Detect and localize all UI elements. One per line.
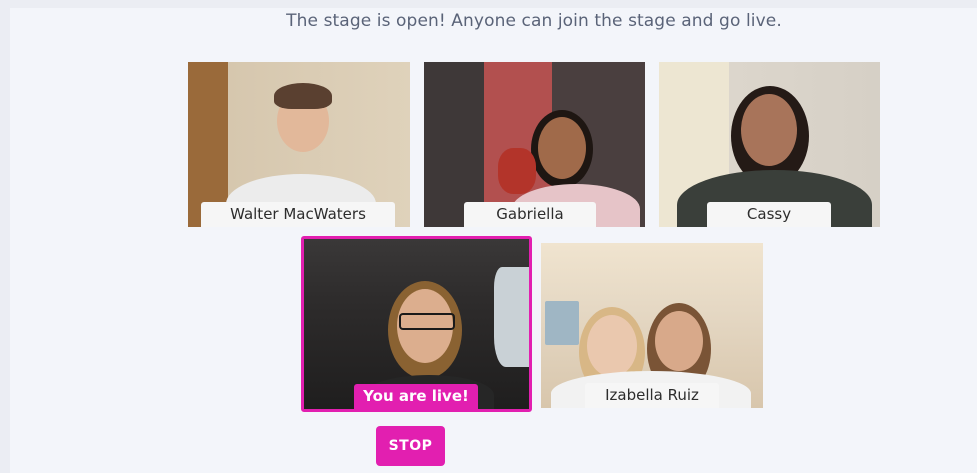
car-window <box>494 267 529 367</box>
flowers-decor <box>498 148 536 194</box>
video-tile-cassy[interactable]: Cassy <box>659 62 880 227</box>
glasses-icon <box>399 313 455 330</box>
participant-name-label: Cassy <box>707 202 831 227</box>
participant-face <box>587 315 637 377</box>
video-tile-walter[interactable]: Walter MacWaters <box>188 62 410 227</box>
stage-open-banner: The stage is open! Anyone can join the s… <box>286 11 782 31</box>
participant-hair <box>274 83 332 109</box>
participant-face <box>741 94 797 166</box>
participant-face <box>538 117 586 179</box>
video-tile-self[interactable]: You are live! <box>304 239 529 409</box>
live-status-label: You are live! <box>354 384 478 409</box>
participant-face <box>655 311 703 371</box>
wall-poster <box>545 301 579 345</box>
stop-live-button[interactable]: STOP <box>376 426 445 466</box>
participant-name-label: Izabella Ruiz <box>585 383 719 408</box>
video-tile-izabella[interactable]: Izabella Ruiz <box>541 243 763 408</box>
participant-name-label: Gabriella <box>464 202 596 227</box>
video-tile-gabriella[interactable]: Gabriella <box>424 62 645 227</box>
participant-name-label: Walter MacWaters <box>201 202 395 227</box>
